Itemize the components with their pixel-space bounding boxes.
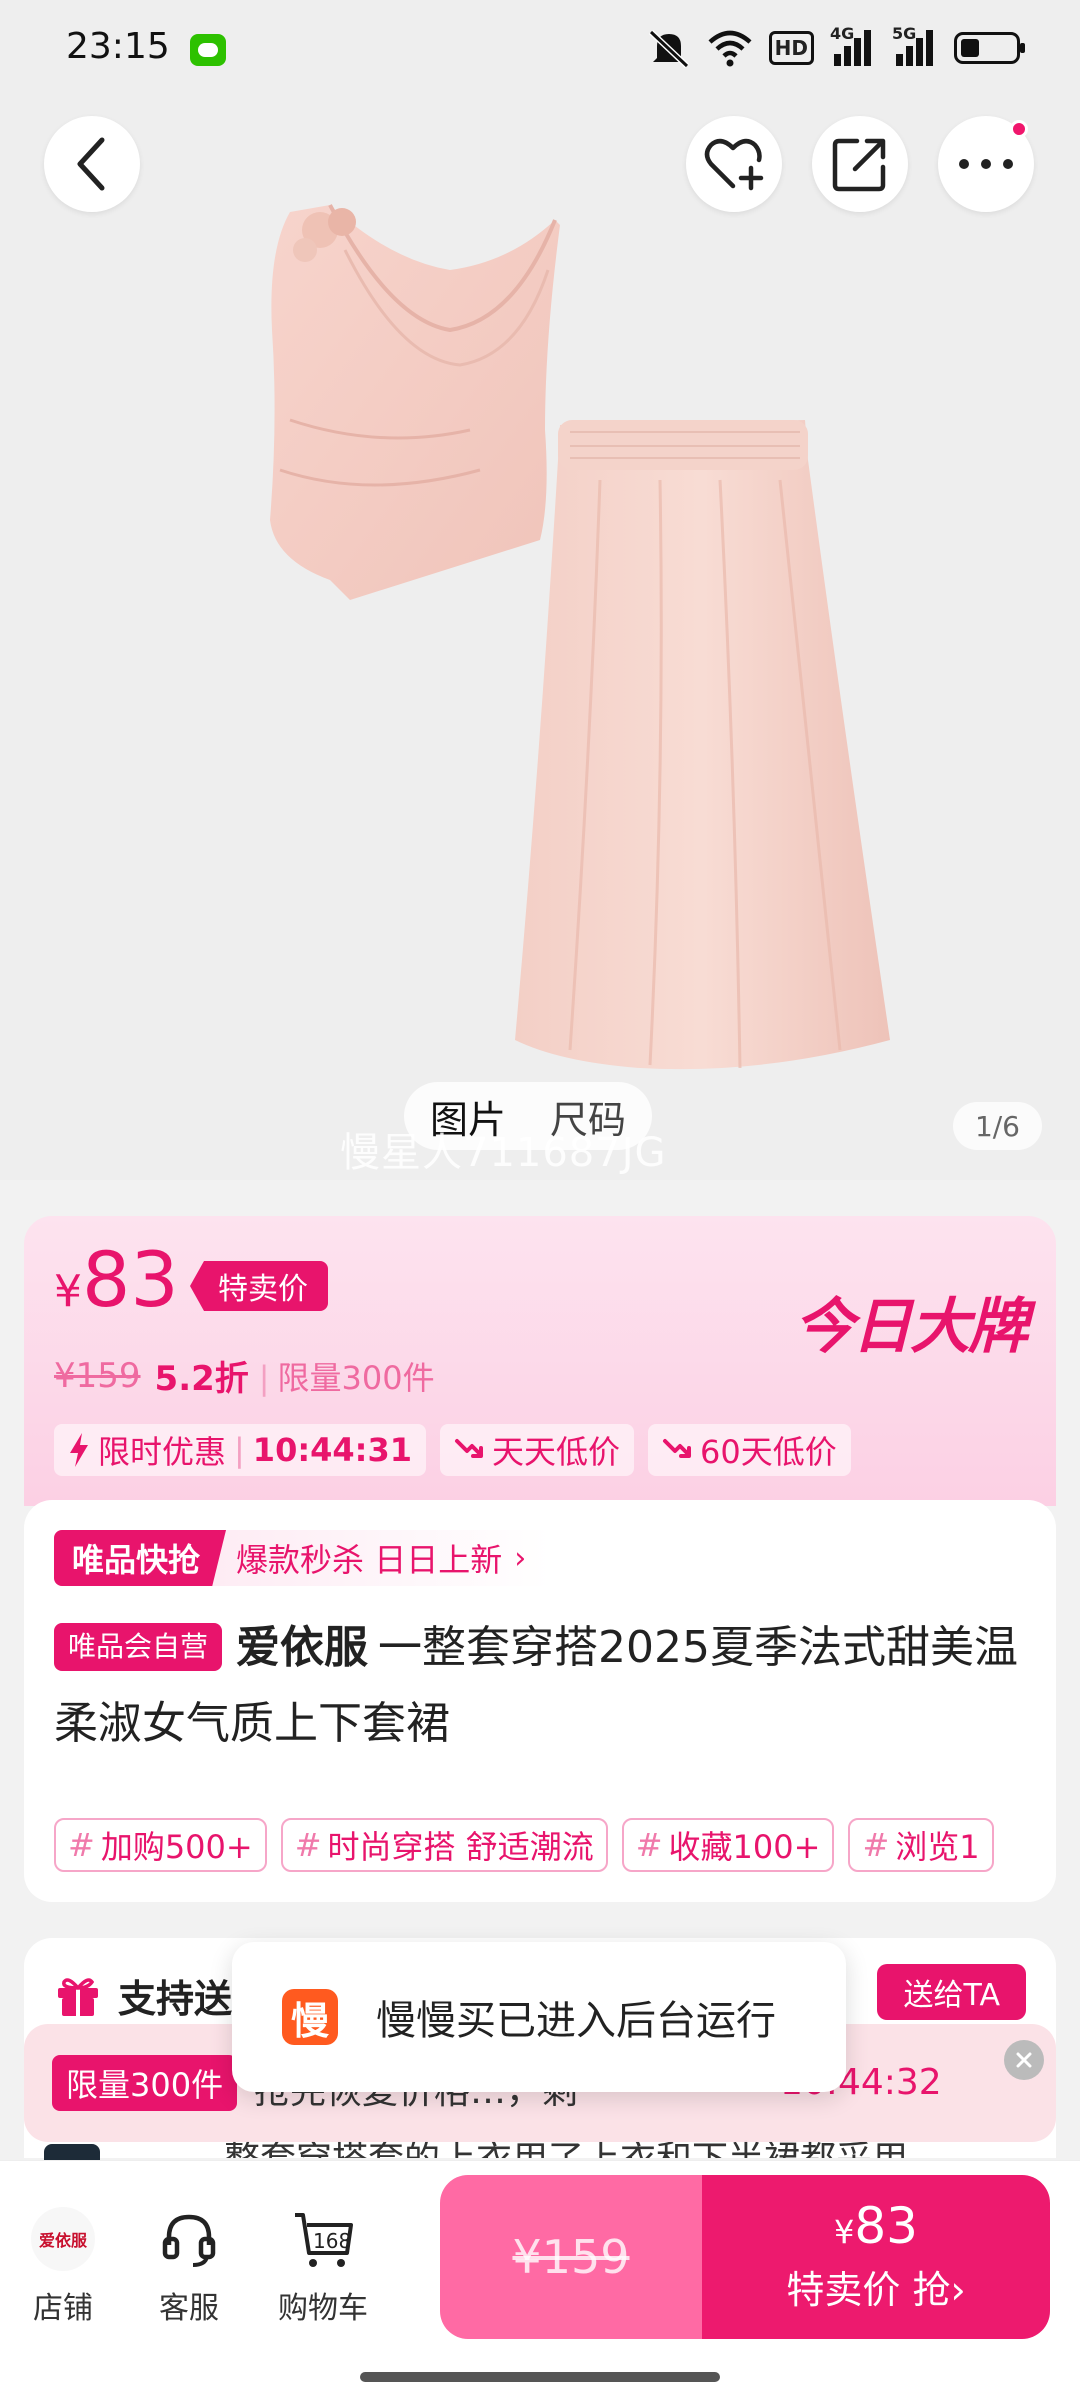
customer-service-label: 客服 [159,2291,219,2326]
notification-dot [1010,120,1028,138]
battery-icon [954,32,1025,64]
bottom-action-bar: 爱依服 店铺 客服 168 购物车 ¥159 ¥ 83 特卖价 抢› [0,2160,1080,2400]
promo-daily-low-label: 天天低价 [491,1433,620,1471]
store-button[interactable]: 爱依服 店铺 [8,2207,118,2327]
mute-bell-icon [648,29,689,68]
promo-countdown: 10:44:31 [252,1431,412,1469]
status-time: 23:15 [66,26,170,67]
buy-currency: ¥ [834,2212,855,2251]
buy-sale-price: ¥ 83 [834,2201,918,2251]
promo-60day-low-label: 60天低价 [700,1433,837,1471]
favorite-button[interactable] [686,116,782,212]
current-price: ¥ 83 [54,1242,179,1318]
buy-button-group: ¥159 ¥ 83 特卖价 抢› [440,2175,1050,2339]
chevron-left-icon [77,137,105,191]
product-photo [270,204,890,1070]
promo-60day-low: 60天低价 [648,1424,851,1476]
promo-row: 限时优惠 | 10:44:31 天天低价 60天低价 [54,1424,851,1476]
image-pager: 1/6 [952,1102,1042,1150]
back-button[interactable] [44,116,140,212]
cart-count: 168 [313,2229,352,2253]
more-button[interactable] [938,116,1034,212]
wechat-notification-icon [190,34,226,66]
headset-icon [162,2214,216,2267]
watermark: 慢星人711687JG [340,1130,667,1176]
flash-sale-banner[interactable]: 唯品快抢 爆款秒杀 日日上新 › [54,1530,551,1586]
buy-price-value: 83 [854,2196,918,2255]
heart-plus-icon [704,138,764,191]
send-gift-button[interactable]: 送给TA [877,1964,1026,2020]
buy-sale-price-button[interactable]: ¥ 83 特卖价 抢› [702,2175,1050,2339]
gift-icon [58,1977,98,2016]
signal-5g-icon: 5G [892,24,938,68]
store-logo: 爱依服 [31,2207,95,2271]
toast-notification: 慢 慢慢买已进入后台运行 [232,1942,846,2092]
cart-label: 购物车 [278,2291,368,2326]
signal-5g-label: 5G [892,24,917,43]
original-price: ¥159 [54,1355,141,1396]
share-icon [832,138,886,192]
product-title: 唯品会自营 爱依服 一整套穿搭2025夏季法式甜美温柔淑女气质上下套裙 [54,1610,1034,1762]
limit-badge: 限量300件 [52,2055,238,2111]
hash-icon: # [862,1826,890,1864]
signal-4g-label: 4G [830,24,855,43]
share-button[interactable] [812,116,908,212]
hd-voice-icon: HD [768,31,814,65]
status-icons: HD 4G 5G [647,24,1025,68]
brand-name: 爱依服 [236,1622,369,1673]
currency-symbol: ¥ [54,1266,82,1317]
hash-icon: # [635,1826,663,1864]
buy-sale-label: 特卖价 抢› [786,2267,966,2312]
hashtag-label: 浏览1 [895,1828,980,1866]
today-brand-logo: 今日大牌 [794,1292,1028,1362]
store-label: 店铺 [33,2291,93,2326]
sale-price-tag: 特卖价 [190,1261,328,1311]
toast-text: 慢慢买已进入后台运行 [376,1998,776,2044]
signal-4g-icon: 4G [830,24,876,68]
status-bar: 23:15 HD 4G 5G [0,0,1080,100]
hashtag-item[interactable]: # 浏览1 [848,1818,994,1872]
product-info-card: 唯品快抢 爆款秒杀 日日上新 › 唯品会自营 爱依服 一整套穿搭2025夏季法式甜美… [24,1500,1056,1902]
more-dots-icon [959,159,1013,169]
discount-rate: 5.2折 [154,1359,249,1399]
customer-service-button[interactable]: 客服 [134,2207,244,2327]
hash-icon: # [68,1826,95,1864]
home-indicator[interactable] [360,2372,720,2382]
self-operated-badge: 唯品会自营 [54,1623,223,1671]
hashtag-label: 加购500+ [100,1828,253,1866]
lightning-icon [70,1433,88,1467]
trend-down-icon [663,1439,691,1458]
cart-button[interactable]: 168 购物车 [268,2207,378,2327]
flash-sale-tag: 唯品快抢 [54,1530,227,1586]
promo-flash-label: 限时优惠 [98,1433,227,1471]
price-value: 83 [82,1235,179,1324]
app-icon: 慢 [282,1989,338,2045]
close-x-glyph [1016,2052,1032,2068]
product-image-gallery[interactable]: 图片 尺码 慢星人711687JG 1/6 [0,0,1080,1180]
hashtag-label: 收藏100+ [668,1828,821,1866]
hashtag-item[interactable]: # 加购500+ [54,1818,267,1872]
promo-separator: | [234,1431,245,1469]
promo-daily-low: 天天低价 [439,1424,634,1476]
flash-sale-text: 爆款秒杀 日日上新 [236,1541,503,1579]
hashtag-item[interactable]: # 收藏100+ [621,1818,835,1872]
price-sub-row: ¥159 5.2折 限量300件 [54,1351,435,1400]
close-icon[interactable] [1004,2040,1044,2080]
hashtag-label: 时尚穿搭 舒适潮流 [327,1828,594,1866]
hashtag-item[interactable]: # 时尚穿搭 舒适潮流 [280,1818,608,1872]
price-card: ¥ 83 特卖价 今日大牌 ¥159 5.2折 限量300件 限时优惠 | 10… [24,1216,1056,1506]
hash-icon: # [294,1826,322,1864]
promo-flash: 限时优惠 | 10:44:31 [54,1424,426,1476]
gift-title: 支持送 [54,1968,232,2023]
wifi-icon [708,30,752,67]
chevron-right-icon: › [514,1540,527,1576]
hashtag-row: # 加购500+ # 时尚穿搭 舒适潮流 # 收藏100+ # 浏览1 [54,1818,1040,1872]
gift-title-text: 支持送 [118,1977,233,2021]
buy-original-price-button[interactable]: ¥159 [440,2175,702,2339]
trend-down-icon [454,1439,483,1458]
limit-quantity: 限量300件 [259,1353,435,1399]
